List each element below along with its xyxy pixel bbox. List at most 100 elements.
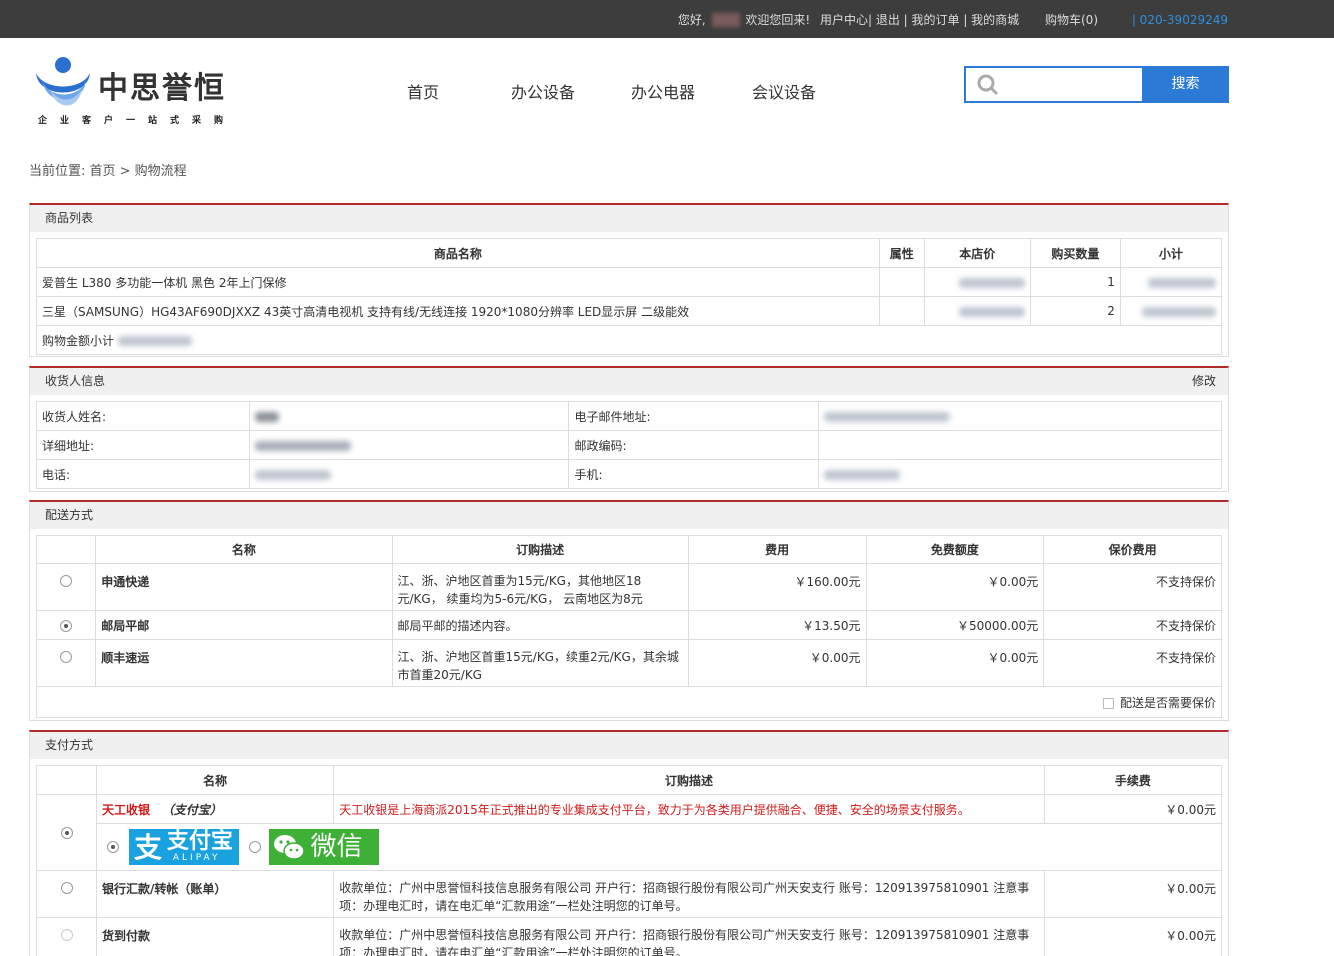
table-row: 三星（SAMSUNG）HG43AF690DJXXZ 43英寸高清电视机 支持有线…: [36, 296, 1223, 326]
shipping-radio-post[interactable]: [60, 619, 73, 632]
payment-channel-row: 支 支付宝 ALIPAY 微信: [37, 823, 1222, 871]
payment-header-desc: 订购描述: [333, 765, 1045, 795]
shipping-fee: ￥13.50元: [687, 610, 867, 640]
alipay-logo[interactable]: 支 支付宝 ALIPAY: [128, 829, 239, 865]
wechat-logo[interactable]: 微信: [268, 829, 379, 865]
consignee-mobile-label: 手机:: [568, 459, 819, 489]
top-bar: 您好, 欢迎您回来! 用户中心| 退出 | 我的订单 | 我的商城 购物车(0)…: [0, 0, 1334, 38]
shipping-name: 申通快递: [95, 563, 393, 611]
svg-text:支: 支: [134, 832, 162, 862]
username-blurred: [711, 12, 740, 27]
consignee-table: 收货人姓名: 电子邮件地址: 详细地址: 邮政编码: 电话: 手机:: [35, 401, 1223, 489]
payment-radio-cod[interactable]: [60, 928, 73, 941]
wechat-radio[interactable]: [248, 841, 261, 853]
consignee-address-value: [249, 430, 570, 460]
goods-name[interactable]: 三星（SAMSUNG）HG43AF690DJXXZ 43英寸高清电视机 支持有线…: [36, 296, 880, 326]
search-bar: 搜索: [964, 66, 1229, 103]
site-logo[interactable]: 中思誉恒 企业客户一站式采购: [32, 55, 242, 130]
consignee-tel-label: 电话:: [35, 459, 251, 489]
logo-brand-text: 中思誉恒: [98, 71, 226, 106]
payment-desc: 天工收银是上海商派2015年正式推出的专业集成支付平台，致力于为各类用户提供融合…: [333, 794, 1045, 824]
search-input[interactable]: [964, 66, 1144, 103]
payment-fee: ￥0.00元: [1043, 917, 1223, 956]
shipping-free: ￥50000.00元: [865, 610, 1045, 640]
search-button[interactable]: 搜索: [1142, 66, 1229, 103]
nav-item-office-equipment[interactable]: 办公设备: [511, 79, 575, 103]
goods-header-name: 商品名称: [36, 238, 880, 268]
shipping-free: ￥0.00元: [865, 563, 1045, 611]
goods-panel-title: 商品列表: [30, 205, 1228, 232]
insure-label: 配送是否需要保价: [1119, 695, 1216, 710]
shipping-header-fee: 费用: [687, 535, 867, 564]
table-row: 顺丰速运 江、浙、沪地区首重15元/KG，续重2元/KG，其余城市首重20元/K…: [35, 639, 1222, 687]
goods-header-price: 本店价: [923, 238, 1031, 268]
greeting-text: 您好,: [677, 13, 706, 27]
payment-fee: ￥0.00元: [1043, 794, 1223, 824]
logo-slogan: 企业客户一站式采购: [38, 116, 237, 126]
shipping-desc: 邮局平邮的描述内容。: [391, 610, 689, 640]
shipping-radio-sf[interactable]: [60, 650, 73, 663]
wechat-icon: [273, 835, 305, 860]
shipping-header-desc: 订购描述: [391, 535, 689, 564]
consignee-email-label: 电子邮件地址:: [568, 401, 819, 431]
payment-table: 名称 订购描述 手续费 天工收银 （支付宝） 天工收银是上海商派2015年正式推…: [35, 765, 1223, 956]
payment-desc: 收款单位：广州中思誉恒科技信息服务有限公司 开户行：招商银行股份有限公司广州天安…: [333, 917, 1045, 956]
shipping-header-name: 名称: [95, 535, 393, 564]
goods-table: 商品名称 属性 本店价 购买数量 小计 爱普生 L380 多功能一体机 黑色 2…: [36, 238, 1223, 355]
shipping-free: ￥0.00元: [865, 639, 1045, 687]
breadcrumb: 当前位置: 首页 > 购物流程: [29, 164, 187, 179]
shipping-panel: 配送方式 名称 订购描述 费用 免费额度 保价费用 申通快递 江、浙、沪地区首重…: [29, 500, 1229, 721]
goods-panel: 商品列表 商品名称 属性 本店价 购买数量 小计 爱普生 L380 多功能一体机…: [29, 203, 1229, 357]
goods-total-label: 购物金额小计: [42, 333, 115, 348]
goods-header-attr: 属性: [878, 238, 925, 268]
alipay-sub-label: ALIPAY: [172, 853, 221, 863]
insure-checkbox[interactable]: [1102, 697, 1114, 709]
payment-radio-bank[interactable]: [60, 881, 73, 894]
consignee-panel: 收货人信息 修改 收货人姓名: 电子邮件地址: 详细地址: 邮政编码: 电话: …: [29, 366, 1229, 492]
consignee-email-value: [817, 401, 1223, 431]
consignee-mobile-value: [817, 459, 1223, 489]
search-icon: [977, 74, 999, 96]
goods-price: [923, 267, 1031, 297]
payment-header-name: 名称: [96, 765, 335, 795]
table-row: 爱普生 L380 多功能一体机 黑色 2年上门保修 1: [36, 267, 1223, 297]
goods-name[interactable]: 爱普生 L380 多功能一体机 黑色 2年上门保修: [36, 267, 880, 297]
welcome-text: 欢迎您回来!: [745, 13, 811, 27]
shipping-name: 顺丰速运: [95, 639, 393, 687]
payment-panel: 支付方式 名称 订购描述 手续费 天工收银 （支付宝） 天工收银是上海商派201…: [29, 730, 1229, 956]
shipping-table: 名称 订购描述 费用 免费额度 保价费用 申通快递 江、浙、沪地区首重为15元/…: [35, 535, 1222, 718]
shipping-header-free: 免费额度: [865, 535, 1045, 564]
nav-item-office-appliances[interactable]: 办公电器: [631, 79, 695, 103]
goods-qty: 1: [1029, 267, 1121, 297]
alipay-radio[interactable]: [107, 841, 120, 853]
shipping-insure: 不支持保价: [1043, 563, 1222, 611]
consignee-name-value: [249, 401, 570, 431]
payment-name: 货到付款: [96, 917, 335, 956]
top-links: 您好, 欢迎您回来! 用户中心| 退出 | 我的订单 | 我的商城 购物车(0)…: [678, 11, 1228, 28]
payment-name: 天工收银: [102, 802, 151, 817]
consignee-name-label: 收货人姓名:: [35, 401, 251, 431]
consignee-zip-label: 邮政编码:: [568, 430, 819, 460]
consignee-address-label: 详细地址:: [35, 430, 251, 460]
table-row: 天工收银 （支付宝） 天工收银是上海商派2015年正式推出的专业集成支付平台，致…: [35, 794, 1223, 871]
table-row: 邮局平邮 邮局平邮的描述内容。 ￥13.50元 ￥50000.00元 不支持保价: [35, 610, 1222, 640]
goods-subtotal: [1119, 267, 1223, 297]
user-links[interactable]: 用户中心| 退出 | 我的订单 | 我的商城: [820, 11, 1019, 28]
payment-desc: 收款单位：广州中思誉恒科技信息服务有限公司 开户行：招商银行股份有限公司广州天安…: [333, 870, 1045, 918]
nav-item-meeting-equipment[interactable]: 会议设备: [752, 79, 816, 103]
nav-item-home[interactable]: 首页: [407, 79, 439, 103]
wechat-label: 微信: [310, 832, 363, 862]
shipping-panel-title: 配送方式: [30, 502, 1228, 529]
cart-link[interactable]: 购物车(0): [1045, 11, 1098, 28]
table-row: 申通快递 江、浙、沪地区首重为15元/KG，其他地区18元/KG， 续重均为5-…: [35, 563, 1222, 611]
table-row: 货到付款 收款单位：广州中思誉恒科技信息服务有限公司 开户行：招商银行股份有限公…: [35, 917, 1223, 956]
goods-price: [923, 296, 1031, 326]
shipping-radio-sto[interactable]: [60, 574, 73, 587]
payment-radio-tiangong[interactable]: [60, 827, 73, 839]
alipay-label: 支付宝: [166, 829, 233, 854]
shipping-name: 邮局平邮: [95, 610, 393, 640]
consignee-tel-value: [249, 459, 570, 489]
consignee-edit-link[interactable]: 修改: [1192, 368, 1216, 395]
goods-subtotal: [1119, 296, 1223, 326]
payment-panel-title: 支付方式: [30, 732, 1228, 759]
